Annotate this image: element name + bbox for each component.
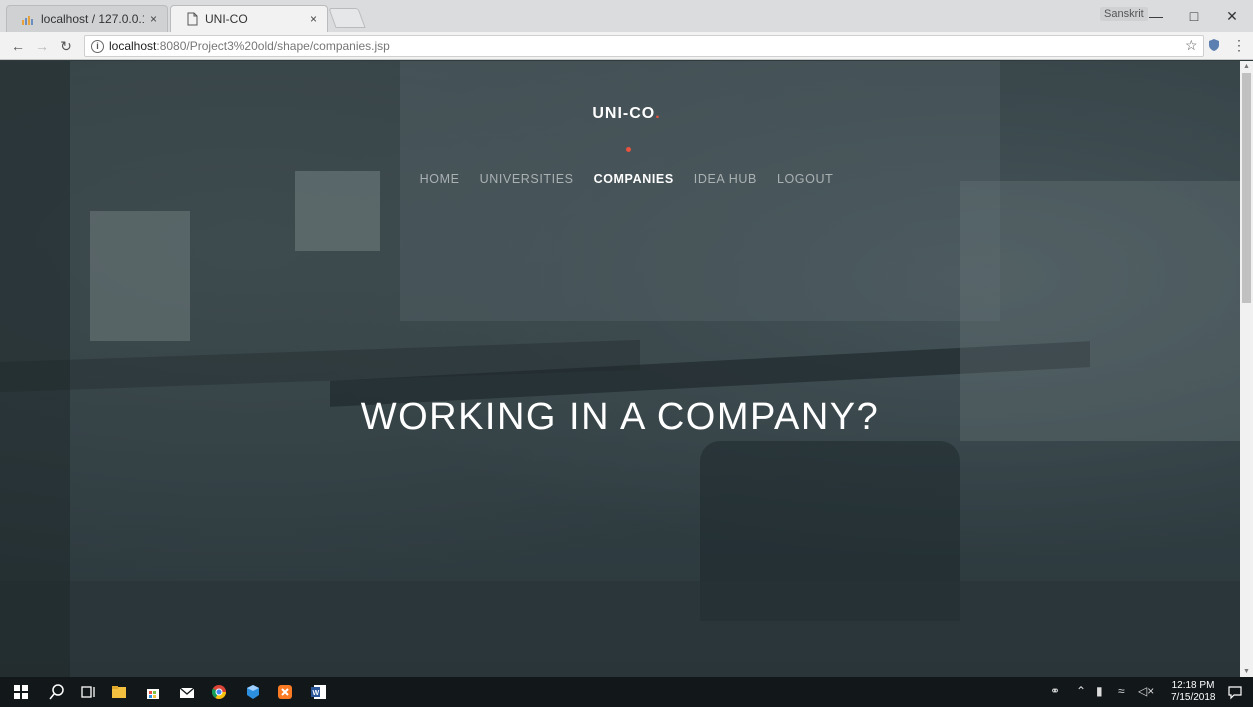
reload-icon[interactable]: ↻ [56, 36, 76, 56]
nav-home[interactable]: HOME [416, 172, 464, 186]
windows-start-icon[interactable] [12, 683, 30, 701]
taskbar-clock[interactable]: 12:18 PM 7/15/2018 [1171, 680, 1216, 704]
background-wall-dark [0, 61, 70, 677]
battery-icon[interactable]: ▮ [1096, 684, 1103, 698]
store-icon[interactable] [144, 683, 162, 701]
wifi-icon[interactable]: ≈ [1118, 684, 1125, 698]
back-icon[interactable]: ← [8, 36, 28, 56]
svg-text:W: W [313, 690, 320, 697]
windows-taskbar: W ⚭ ⌃ ▮ ≈ ◁× 12:18 PM 7/15/2018 [0, 677, 1253, 707]
scroll-down-icon[interactable]: ▼ [1243, 668, 1250, 675]
people-icon[interactable]: ⚭ [1050, 684, 1060, 698]
page-scrollbar[interactable]: ▲ ▼ [1240, 61, 1253, 677]
nav-idea-hub[interactable]: IDEA HUB [690, 172, 761, 186]
clock-date: 7/15/2018 [1171, 692, 1216, 703]
forward-icon[interactable]: → [32, 36, 52, 56]
close-window-icon[interactable]: ✕ [1213, 0, 1251, 32]
bookmark-star-icon[interactable]: ☆ [1185, 37, 1198, 54]
minimize-icon[interactable]: — [1137, 0, 1175, 32]
hero-heading: WORKING IN A COMPANY? [360, 396, 880, 438]
background-floor [0, 581, 1240, 677]
scroll-up-icon[interactable]: ▲ [1243, 63, 1250, 70]
tab-phpmyadmin[interactable]: localhost / 127.0.0.1 / sh × [6, 5, 168, 32]
site-logo[interactable]: UNI-CO. [0, 105, 1253, 123]
show-hidden-icons-icon[interactable]: ⌃ [1076, 684, 1086, 698]
nav-indicator-dot [626, 147, 631, 152]
volume-muted-icon[interactable]: ◁× [1138, 684, 1154, 698]
tab-title: UNI-CO [205, 12, 248, 26]
file-explorer-icon[interactable] [110, 683, 128, 701]
mail-icon[interactable] [178, 683, 196, 701]
url-path: :8080/Project3%20old/shape/companies.jsp [156, 39, 390, 53]
main-nav: HOME UNIVERSITIES COMPANIES IDEA HUB LOG… [0, 172, 1253, 186]
tab-unico[interactable]: UNI-CO × [170, 5, 328, 32]
site-logo-dot: . [655, 105, 661, 122]
chrome-icon[interactable] [210, 683, 228, 701]
url-host: localhost [109, 39, 157, 53]
xampp-icon[interactable] [276, 683, 294, 701]
action-center-icon[interactable] [1226, 683, 1244, 701]
close-tab-icon[interactable]: × [310, 12, 317, 26]
page-icon [187, 12, 198, 26]
search-icon[interactable] [48, 683, 66, 701]
nav-logout[interactable]: LOGOUT [773, 172, 837, 186]
nav-companies[interactable]: COMPANIES [590, 172, 678, 186]
background-window [400, 61, 1000, 321]
phpmyadmin-icon [22, 16, 33, 25]
tab-title: localhost / 127.0.0.1 / sh [41, 12, 144, 26]
site-logo-text: UNI-CO [592, 105, 656, 122]
browser-toolbar: ← → ↻ i localhost:8080/Project3%20old/sh… [0, 32, 1253, 60]
address-bar[interactable]: i localhost:8080/Project3%20old/shape/co… [84, 35, 1204, 57]
close-tab-icon[interactable]: × [150, 12, 157, 26]
new-tab-button[interactable] [328, 8, 366, 28]
virtualbox-icon[interactable] [244, 683, 262, 701]
clock-time: 12:18 PM [1171, 680, 1215, 691]
background-monitor [90, 211, 190, 341]
word-icon[interactable]: W [310, 683, 328, 701]
task-view-icon[interactable] [80, 683, 98, 701]
page-viewport [0, 61, 1240, 677]
extension-shield-icon[interactable] [1207, 38, 1221, 52]
maximize-icon[interactable]: □ [1175, 0, 1213, 32]
browser-tab-strip: localhost / 127.0.0.1 / sh × UNI-CO × Sa… [0, 0, 1253, 32]
menu-kebab-icon[interactable]: ⋮ [1232, 37, 1246, 54]
nav-universities[interactable]: UNIVERSITIES [476, 172, 578, 186]
info-icon[interactable]: i [91, 39, 104, 53]
